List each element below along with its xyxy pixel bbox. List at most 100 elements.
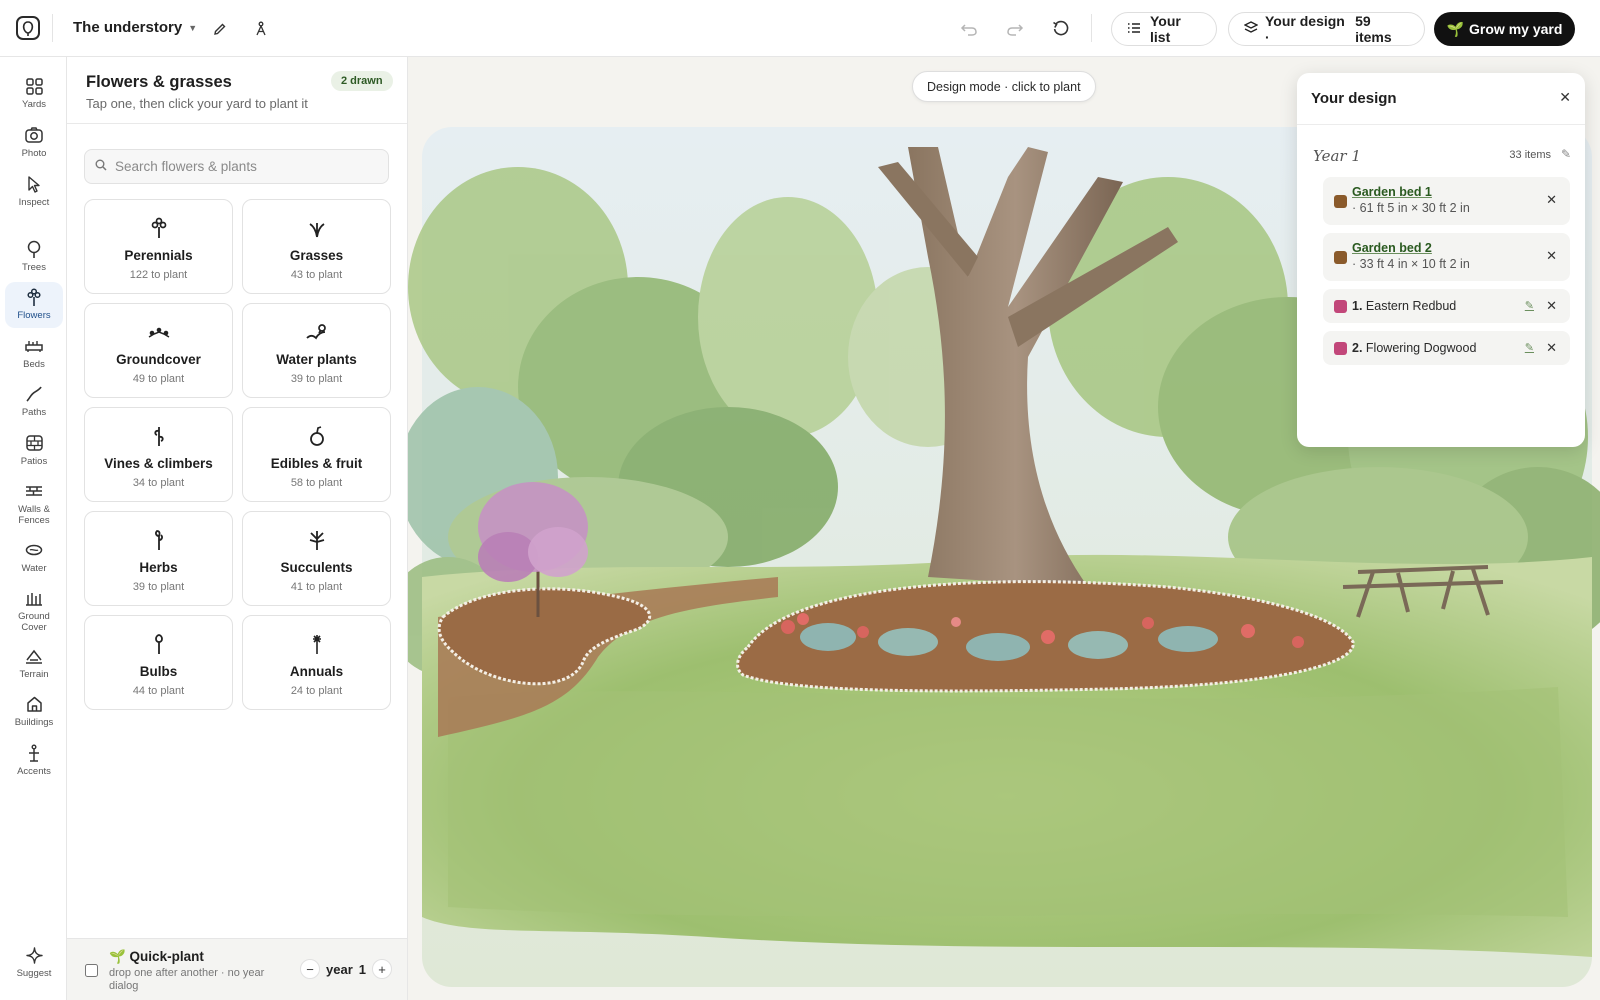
category-groundcover[interactable]: Groundcover 49 to plant xyxy=(84,303,233,398)
herb-icon xyxy=(152,529,166,551)
bed-dimensions: · 61 ft 5 in × 30 ft 2 in xyxy=(1352,201,1470,215)
category-name: Vines & climbers xyxy=(104,456,213,471)
your-design-button[interactable]: Your design · 59 items xyxy=(1228,12,1425,46)
category-annuals[interactable]: Annuals 24 to plant xyxy=(242,615,391,710)
cursor-icon xyxy=(27,174,41,194)
patio-icon xyxy=(25,433,43,453)
category-perennials[interactable]: Perennials 122 to plant xyxy=(84,199,233,294)
category-count: 39 to plant xyxy=(290,373,343,385)
rail-label: Flowers xyxy=(17,310,51,321)
edit-plant-pencil-icon[interactable]: ✎ xyxy=(1525,299,1534,312)
yard-name: The understory xyxy=(73,19,183,36)
bed-name-link[interactable]: Garden bed 2 xyxy=(1352,241,1432,255)
category-count: 24 to plant xyxy=(290,685,343,697)
remove-item-icon[interactable]: ✕ xyxy=(1546,298,1557,314)
rail-item-trees[interactable]: Trees xyxy=(5,234,63,280)
divider xyxy=(1091,14,1092,42)
category-succulents[interactable]: Succulents 41 to plant xyxy=(242,511,391,606)
remove-item-icon[interactable]: ✕ xyxy=(1546,340,1557,356)
rail-item-ground-cover[interactable]: Ground Cover xyxy=(5,583,63,639)
rail-item-inspect[interactable]: Inspect xyxy=(5,169,63,215)
rail-item-suggest[interactable]: Suggest xyxy=(5,940,63,986)
rail-item-paths[interactable]: Paths xyxy=(5,379,63,425)
rail-item-water[interactable]: Water xyxy=(5,535,63,581)
groundcover-icon xyxy=(148,321,170,343)
panel-header: Flowers & grasses Tap one, then click yo… xyxy=(67,57,407,124)
panel-subtitle: Tap one, then click your yard to plant i… xyxy=(86,96,308,111)
your-design-panel: Your design ✕ Year 1 33 items ✎ Garden b… xyxy=(1297,73,1585,447)
house-icon xyxy=(26,694,43,714)
year-item-count: 33 items xyxy=(1509,149,1551,161)
groundcover-icon xyxy=(25,588,43,608)
divider xyxy=(52,14,53,42)
compass-icon[interactable] xyxy=(247,15,275,43)
design-item-bed[interactable]: Garden bed 1 · 61 ft 5 in × 30 ft 2 in ✕ xyxy=(1323,177,1570,225)
your-list-button[interactable]: Your list xyxy=(1111,12,1217,46)
edit-plant-pencil-icon[interactable]: ✎ xyxy=(1525,341,1534,354)
year-increment-button[interactable]: + xyxy=(371,959,392,979)
category-name: Perennials xyxy=(124,248,193,263)
year-decrement-button[interactable]: − xyxy=(300,959,320,979)
quick-plant-checkbox[interactable] xyxy=(85,964,98,977)
yard-selector[interactable]: The understory ▼ xyxy=(73,19,197,36)
category-name: Grasses xyxy=(289,248,344,263)
rail-label: Accents xyxy=(17,766,51,777)
close-icon[interactable]: ✕ xyxy=(1559,89,1571,106)
plant-entry: 1. Eastern Redbud xyxy=(1352,299,1456,313)
rail-item-photo[interactable]: Photo xyxy=(5,120,63,166)
rail-label: Trees xyxy=(22,262,46,273)
category-herbs[interactable]: Herbs 39 to plant xyxy=(84,511,233,606)
category-grasses[interactable]: Grasses 43 to plant xyxy=(242,199,391,294)
path-icon xyxy=(25,384,43,404)
category-name: Water plants xyxy=(276,352,357,367)
grow-my-yard-button[interactable]: 🌱 Grow my yard xyxy=(1434,12,1575,46)
redo-icon[interactable] xyxy=(1001,15,1029,43)
bed-color-swatch xyxy=(1334,251,1347,264)
rail-item-terrain[interactable]: Terrain xyxy=(5,641,63,687)
search-input[interactable] xyxy=(115,159,375,174)
category-count: 41 to plant xyxy=(290,581,343,593)
sparkle-icon xyxy=(25,945,43,965)
rail-label: Paths xyxy=(21,407,47,418)
camera-icon xyxy=(25,125,43,145)
category-count: 34 to plant xyxy=(132,477,185,489)
rail-item-yards[interactable]: Yards xyxy=(5,71,63,117)
plant-number: 1. xyxy=(1352,299,1363,313)
rail-item-flowers[interactable]: Flowers xyxy=(5,282,63,328)
your-design-count: 59 items xyxy=(1355,13,1392,45)
top-bar: The understory ▼ Your list Your design ·… xyxy=(0,0,1600,57)
water-plant-icon xyxy=(305,321,328,343)
rail-label: Buildings xyxy=(14,717,54,728)
app-logo-icon[interactable] xyxy=(16,16,40,40)
category-edibles[interactable]: Edibles & fruit 58 to plant xyxy=(242,407,391,502)
edit-year-pencil-icon[interactable]: ✎ xyxy=(1561,147,1571,161)
remove-item-icon[interactable]: ✕ xyxy=(1546,192,1557,208)
remove-item-icon[interactable]: ✕ xyxy=(1546,248,1557,264)
seedling-icon: 🌱 xyxy=(1446,20,1465,37)
bed-icon xyxy=(25,336,43,356)
succulent-icon xyxy=(308,529,326,551)
plant-number: 2. xyxy=(1352,341,1363,355)
undo-icon[interactable] xyxy=(955,15,983,43)
category-count: 39 to plant xyxy=(132,581,185,593)
tool-rail: Yards Photo Inspect Trees Flowers Beds P… xyxy=(0,57,67,1000)
reset-icon[interactable] xyxy=(1047,15,1075,43)
bed-name-link[interactable]: Garden bed 1 xyxy=(1352,185,1432,199)
category-bulbs[interactable]: Bulbs 44 to plant xyxy=(84,615,233,710)
rail-label: Terrain xyxy=(19,669,49,680)
rail-item-accents[interactable]: Accents xyxy=(5,738,63,784)
category-vines[interactable]: Vines & climbers 34 to plant xyxy=(84,407,233,502)
design-item-bed[interactable]: Garden bed 2 · 33 ft 4 in × 10 ft 2 in ✕ xyxy=(1323,233,1570,281)
rename-pencil-icon[interactable] xyxy=(206,15,234,43)
design-item-plant[interactable]: 1. Eastern Redbud ✎ ✕ xyxy=(1323,289,1570,323)
rail-item-buildings[interactable]: Buildings xyxy=(5,689,63,735)
rail-item-beds[interactable]: Beds xyxy=(5,331,63,377)
grid-icon xyxy=(25,76,43,96)
rail-label: Patios xyxy=(20,456,48,467)
category-water-plants[interactable]: Water plants 39 to plant xyxy=(242,303,391,398)
quick-plant-title: 🌱 Quick-plant xyxy=(109,949,204,964)
rail-item-walls[interactable]: Walls & Fences xyxy=(5,476,63,532)
water-icon xyxy=(25,540,43,560)
rail-item-patios[interactable]: Patios xyxy=(5,428,63,474)
design-item-plant[interactable]: 2. Flowering Dogwood ✎ ✕ xyxy=(1323,331,1570,365)
